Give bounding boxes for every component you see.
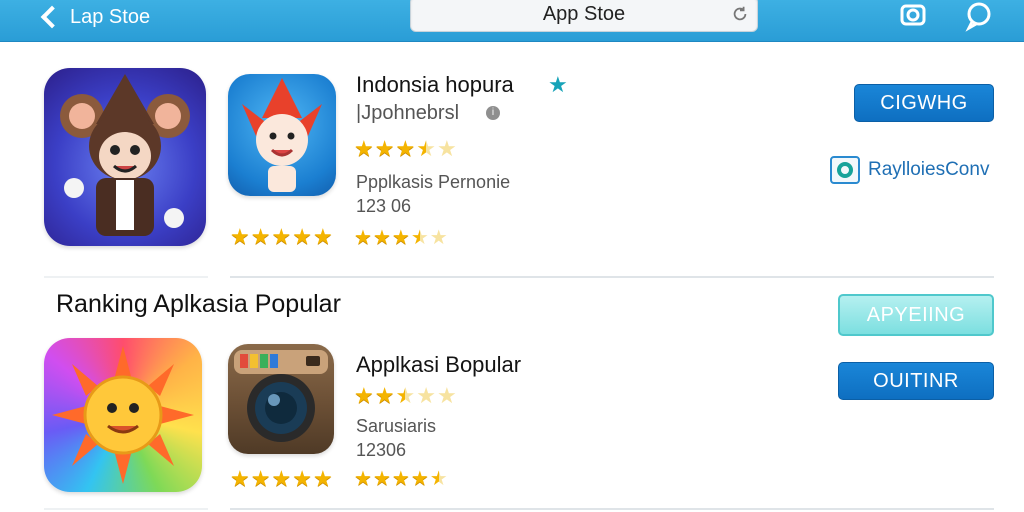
back-label: Lap Stoe	[70, 5, 151, 28]
section-title: Ranking Aplkasia Popular	[56, 290, 341, 318]
publisher-link[interactable]: RaylloiesConv	[830, 156, 989, 184]
search-text: App Stoe	[542, 3, 626, 25]
app-download-count: 123 06	[356, 196, 412, 216]
divider	[44, 508, 208, 510]
featured-star-icon: ★	[548, 72, 568, 97]
app-category: Ppplkasis Pernonie	[356, 172, 511, 192]
rating-stars: ★ ★ ★ ★ ★	[354, 385, 457, 407]
star-icon: ★	[395, 383, 416, 408]
star-icon: ★	[374, 383, 395, 408]
top-bar: Lap Stoe App Stoe	[0, 0, 1024, 42]
star-icon: ★	[271, 224, 292, 249]
get-button[interactable]: CIGWHG	[854, 84, 994, 122]
star-icon: ★	[416, 383, 436, 408]
star-icon: ★	[250, 224, 271, 249]
divider	[44, 276, 208, 278]
app-download-count: 12306	[356, 440, 407, 460]
star-icon: ★	[436, 136, 457, 161]
star-icon: ★	[429, 227, 448, 249]
star-icon: ★	[292, 466, 312, 491]
publisher-label: RaylloiesConv	[868, 159, 990, 180]
star-icon: ★	[372, 227, 391, 249]
star-icon: ★	[391, 227, 410, 249]
app-subtitle: |Jpohnebrsl	[356, 102, 460, 124]
star-icon: ★	[312, 466, 333, 491]
info-icon[interactable]: i	[486, 106, 500, 120]
clown-character-icon	[242, 78, 322, 192]
star-icon: ★	[230, 224, 250, 249]
star-icon: ★	[429, 468, 448, 490]
star-icon: ★	[354, 136, 374, 161]
chat-bubble-icon[interactable]	[964, 0, 994, 32]
star-icon: ★	[410, 227, 429, 249]
publisher-icon	[830, 156, 860, 184]
back-button[interactable]: Lap Stoe	[38, 2, 150, 32]
camera-app-icon	[234, 350, 328, 442]
rating-stars: ★ ★ ★ ★ ★	[230, 468, 333, 490]
apply-button[interactable]: APYEIING	[838, 294, 994, 336]
star-icon: ★	[271, 466, 292, 491]
app-icon-sun[interactable]	[44, 338, 202, 492]
app-icon-mouse[interactable]	[44, 68, 206, 246]
star-icon: ★	[230, 466, 250, 491]
star-icon: ★	[391, 468, 410, 490]
star-icon: ★	[372, 468, 391, 490]
app-icon-camera[interactable]	[228, 344, 334, 454]
star-icon: ★	[395, 136, 416, 161]
app-icon-clown[interactable]	[228, 74, 336, 196]
divider	[230, 276, 994, 278]
rating-stars: ★ ★ ★ ★ ★	[230, 226, 333, 248]
star-icon: ★	[410, 468, 429, 490]
divider	[230, 508, 994, 510]
star-icon: ★	[374, 136, 395, 161]
rating-stars: ★ ★ ★ ★ ★	[354, 228, 448, 248]
back-chevron-icon	[40, 5, 64, 29]
star-icon: ★	[312, 224, 333, 249]
rating-stars: ★ ★ ★ ★ ★	[354, 138, 457, 160]
search-field[interactable]: App Stoe	[410, 0, 758, 32]
app-title[interactable]: Applkasi Bopular	[356, 352, 521, 378]
star-icon: ★	[416, 136, 436, 161]
sun-character-icon	[52, 346, 194, 484]
mouse-character-icon	[60, 74, 190, 236]
app-category: Sarusiaris	[356, 416, 437, 436]
app-title[interactable]: Indonsia hopura	[356, 72, 514, 98]
star-icon: ★	[354, 383, 374, 408]
refresh-icon[interactable]	[731, 5, 749, 23]
rating-stars: ★ ★ ★ ★ ★	[354, 469, 448, 489]
star-icon: ★	[354, 227, 372, 249]
star-icon: ★	[292, 224, 312, 249]
star-icon: ★	[436, 383, 457, 408]
star-icon: ★	[354, 468, 372, 490]
open-button[interactable]: OUITINR	[838, 362, 994, 400]
star-icon: ★	[250, 466, 271, 491]
camera-icon[interactable]	[898, 0, 928, 32]
